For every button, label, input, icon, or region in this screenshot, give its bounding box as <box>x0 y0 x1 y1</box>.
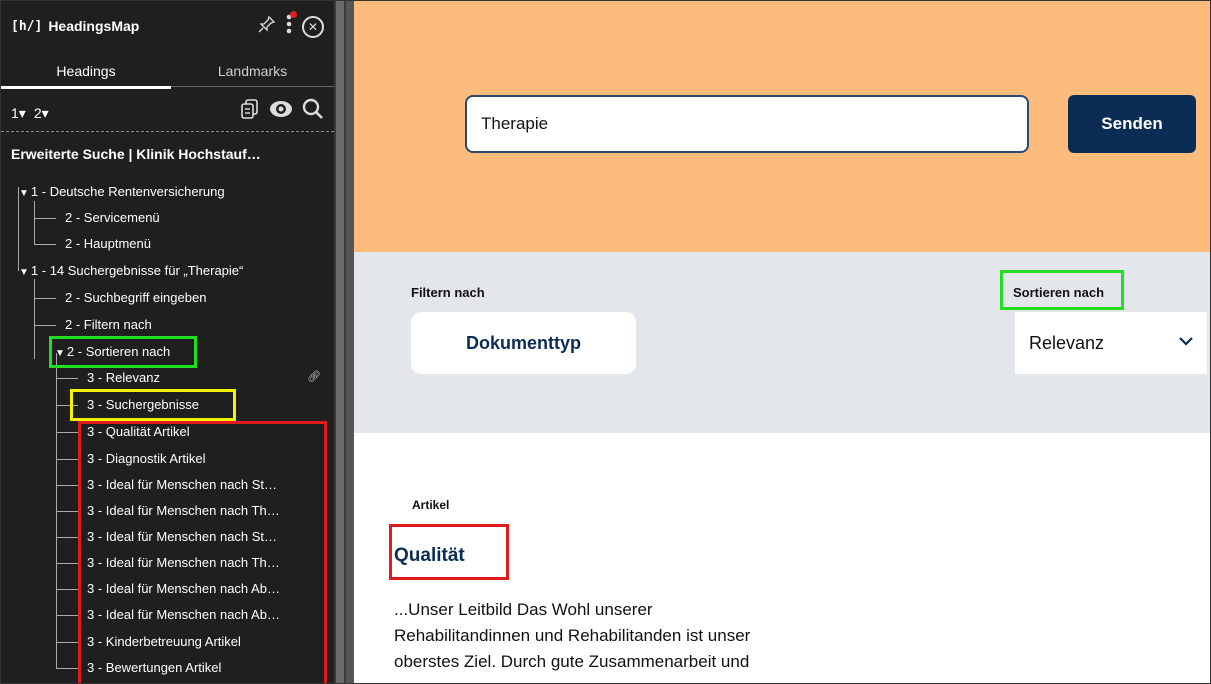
tree-item-label: 1 - Deutsche Rentenversicherung <box>30 184 225 199</box>
page-title: Erweiterte Suche | Klinik Hochstauf… <box>11 146 261 162</box>
tree-connector <box>34 279 35 359</box>
result-kicker: Artikel <box>412 498 450 512</box>
expanded-triangle-icon[interactable]: ▼ <box>19 183 29 203</box>
excerpt-line: ...Unser Leitbild Das Wohl unserer <box>394 600 653 619</box>
tree-item-h3[interactable]: 3 - Suchergebnisse <box>87 394 199 416</box>
tree-item-h3[interactable]: 3 - Ideal für Menschen nach Ab… <box>87 578 319 600</box>
headingsmap-panel: [h/] HeadingsMap ✕ Headings Landmarks 1▾ <box>1 1 334 683</box>
tree-connector <box>56 459 78 460</box>
panel-scrollbar[interactable] <box>334 1 346 683</box>
link-icon: 🔗︎ <box>307 371 321 383</box>
tree-connector <box>56 511 78 512</box>
document-type-button[interactable]: Dokumenttyp <box>411 312 636 374</box>
tree-item-h3[interactable]: 3 - Ideal für Menschen nach St… <box>87 526 319 548</box>
tree-connector <box>34 201 35 245</box>
tree-item-h1[interactable]: ▼ 1 - 14 Suchergebnisse für „Therapie“ <box>19 260 243 282</box>
tree-item-h3[interactable]: 3 - Kinderbetreuung Artikel <box>87 631 241 653</box>
tree-item-h3[interactable]: 3 - Ideal für Menschen nach St… <box>87 474 319 496</box>
sort-select[interactable]: Relevanz <box>1015 312 1207 374</box>
level-2-toggle[interactable]: 2▾ <box>34 105 49 122</box>
tree-connector <box>56 378 78 379</box>
web-page: Senden Filtern nach Dokumenttyp Sortiere… <box>354 1 1210 683</box>
tree-connector <box>56 405 78 406</box>
headingsmap-logo-mark: [h/] <box>11 18 43 34</box>
filter-label: Filtern nach <box>411 285 485 300</box>
tree-item-h3[interactable]: 3 - Ideal für Menschen nach Th… <box>87 552 319 574</box>
tree-item-h3[interactable]: 3 - Qualität Artikel <box>87 421 190 443</box>
expanded-triangle-icon[interactable]: ▼ <box>55 343 65 363</box>
pin-icon[interactable] <box>258 15 276 38</box>
tab-headings[interactable]: Headings <box>1 56 171 89</box>
tree-connector <box>34 325 56 326</box>
close-icon[interactable]: ✕ <box>302 15 324 38</box>
tree-item-h3[interactable]: 3 - Bewertungen Artikel <box>87 657 221 679</box>
tree-connector <box>56 615 78 616</box>
tree-connector <box>34 244 56 245</box>
copy-icon[interactable] <box>240 98 260 126</box>
headingsmap-logo: [h/] HeadingsMap <box>11 18 139 34</box>
tree-item-h3[interactable]: 3 - Ideal für Menschen nach Ab… <box>87 604 319 626</box>
tree-item-h2[interactable]: 2 - Filtern nach <box>65 314 152 336</box>
tree-item-h3[interactable]: 3 - Diagnostik Artikel <box>87 448 206 470</box>
kebab-menu-icon[interactable] <box>286 11 297 39</box>
tree-connector <box>56 668 78 669</box>
headingsmap-title: HeadingsMap <box>48 18 140 34</box>
headingsmap-controls: 1▾ 2▾ <box>1 93 334 132</box>
tree-connector <box>56 563 78 564</box>
search-input[interactable] <box>465 95 1029 153</box>
tree-item-h2[interactable]: 2 - Hauptmenü <box>65 233 151 255</box>
tree-connector <box>56 537 78 538</box>
tree-connector <box>56 485 78 486</box>
tree-item-h2[interactable]: 2 - Servicemenü <box>65 207 160 229</box>
excerpt-line: Rehabilitandinnen und Rehabilitanden ist… <box>394 626 751 645</box>
result-excerpt: ...Unser Leitbild Das Wohl unserer Rehab… <box>394 597 864 675</box>
tree-item-h3[interactable]: 3 - Relevanz <box>87 367 160 389</box>
panel-divider[interactable] <box>346 1 354 683</box>
tree-connector <box>34 218 56 219</box>
search-icon[interactable] <box>302 98 324 126</box>
headingsmap-header: [h/] HeadingsMap ✕ <box>1 1 334 53</box>
level-1-toggle[interactable]: 1▾ <box>11 105 26 122</box>
tree-connector <box>34 298 56 299</box>
tree-connector <box>56 589 78 590</box>
tree-connector <box>56 642 78 643</box>
tree-item-label: 2 - Sortieren nach <box>66 344 171 359</box>
result-title[interactable]: Qualität <box>394 545 465 567</box>
notification-dot <box>290 11 297 18</box>
sort-selected-value: Relevanz <box>1029 332 1105 353</box>
tree-item-h2[interactable]: 2 - Suchbegriff eingeben <box>65 287 206 309</box>
chevron-down-icon <box>1179 337 1193 346</box>
send-button[interactable]: Senden <box>1068 95 1196 153</box>
tab-landmarks[interactable]: Landmarks <box>171 56 334 87</box>
tree-item-label: 1 - 14 Suchergebnisse für „Therapie“ <box>30 263 244 278</box>
tree-connector <box>56 432 78 433</box>
sort-label: Sortieren nach <box>1013 285 1105 300</box>
tree-item-h1[interactable]: ▼ 1 - Deutsche Rentenversicherung <box>19 181 225 203</box>
expanded-triangle-icon[interactable]: ▼ <box>19 262 29 282</box>
excerpt-line: oberstes Ziel. Durch gute Zusammenarbeit… <box>394 652 750 671</box>
tree-item-h2-sortieren[interactable]: ▼ 2 - Sortieren nach <box>55 341 170 363</box>
panel-scrollbar-thumb[interactable] <box>336 1 344 683</box>
eye-icon[interactable] <box>268 98 294 126</box>
tree-item-h3[interactable]: 3 - Ideal für Menschen nach Th… <box>87 500 319 522</box>
